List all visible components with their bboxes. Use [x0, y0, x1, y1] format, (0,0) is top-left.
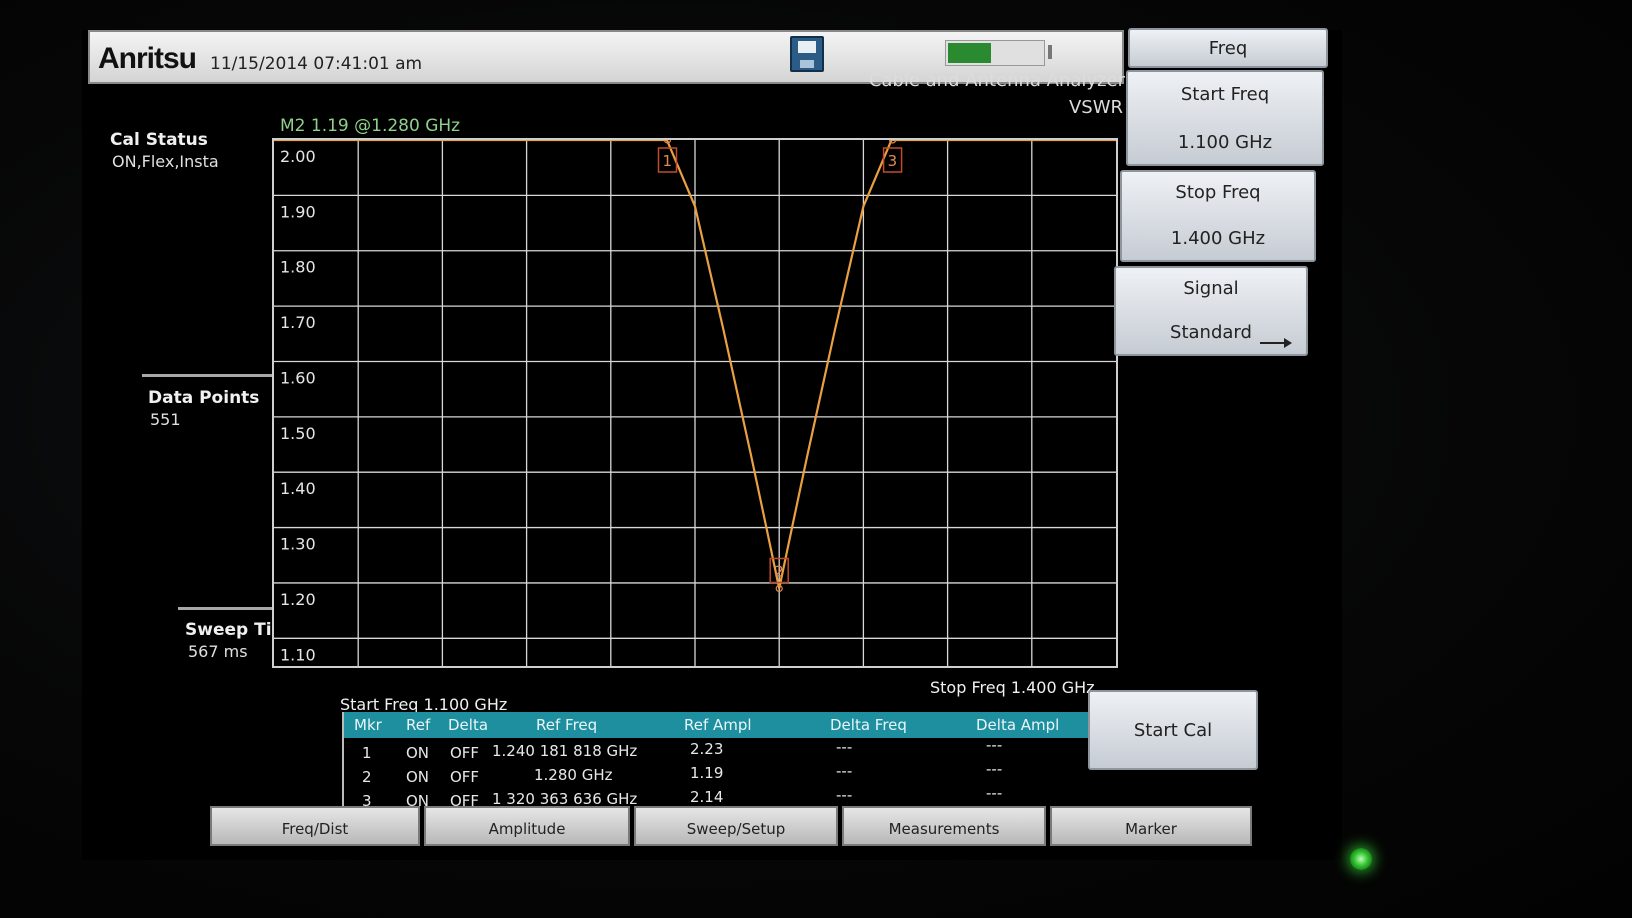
table-cell: 2.23: [690, 740, 724, 758]
table-cell: 2.14: [690, 788, 724, 806]
table-cell: ON: [406, 744, 430, 762]
stop-freq-axis-label: Stop Freq 1.400 GHz: [930, 678, 1095, 697]
divider: [142, 374, 284, 377]
table-cell: OFF: [450, 744, 480, 762]
col-delta-freq: Delta Freq: [830, 716, 907, 734]
table-cell: ---: [836, 762, 853, 780]
marker-table: Mkr Ref Delta Ref Freq Ref Ampl Delta Fr…: [342, 712, 1090, 814]
softkey-label: Start Freq: [1180, 84, 1270, 105]
softkey-label: Signal: [1183, 278, 1239, 299]
data-points-value: 551: [150, 410, 181, 429]
table-cell: OFF: [450, 768, 480, 786]
softkey-value: 1.100 GHz: [1177, 132, 1273, 153]
col-ref: Ref: [406, 716, 431, 734]
y-tick-label: 1.10: [280, 645, 316, 664]
table-cell: ---: [836, 786, 853, 804]
tab-amplitude[interactable]: Amplitude: [424, 806, 630, 846]
battery-level: [948, 43, 992, 63]
softkey-label: Start Cal: [1133, 720, 1213, 741]
y-tick-label: 1.90: [280, 202, 316, 221]
power-led-icon: [1350, 848, 1372, 870]
y-tick-label: 1.60: [280, 368, 316, 387]
vswr-graph[interactable]: 2.00 1.90 1.80 1.70 1.60 1.50 1.40 1.30 1.20 1.10…: [272, 138, 1118, 668]
save-icon[interactable]: [790, 36, 824, 72]
measurement-type: VSWR: [1068, 97, 1123, 118]
start-cal-softkey[interactable]: Start Cal: [1088, 690, 1258, 770]
plot-svg: 2.00 1.90 1.80 1.70 1.60 1.50 1.40 1.30 1.20 1.10…: [274, 140, 1116, 666]
marker-label: 2: [774, 562, 784, 580]
table-cell: 1: [362, 744, 372, 762]
table-cell: 2: [362, 768, 372, 786]
submenu-arrow-icon: [1260, 338, 1292, 348]
y-tick-label: 1.70: [280, 313, 316, 332]
menu-title-label: Freq: [1208, 38, 1248, 59]
y-tick-label: 1.50: [280, 424, 316, 443]
col-mkr: Mkr: [354, 716, 382, 734]
table-cell: 1.19: [690, 764, 724, 782]
softkey-value: Standard: [1170, 322, 1252, 343]
marker-table-header: Mkr Ref Delta Ref Freq Ref Ampl Delta Fr…: [344, 712, 1090, 738]
table-cell: ---: [986, 760, 1003, 778]
y-tick-label: 2.00: [280, 147, 316, 166]
active-marker-readout: M2 1.19 @1.280 GHz: [280, 116, 461, 136]
y-tick-label: 1.30: [280, 535, 316, 554]
y-tick-label: 1.80: [280, 258, 316, 277]
softkey-label: Stop Freq: [1175, 182, 1261, 203]
col-ref-ampl: Ref Ampl: [684, 716, 752, 734]
cal-status-title: Cal Status: [110, 130, 208, 150]
mode-title: Cable and Antenna Analyzer: [868, 70, 1125, 91]
col-ref-freq: Ref Freq: [536, 716, 598, 734]
tab-freq-dist[interactable]: Freq/Dist: [210, 806, 420, 846]
table-cell: 1.240 181 818 GHz: [492, 742, 638, 760]
data-points-title: Data Points: [148, 388, 260, 408]
marker-label: 1: [662, 152, 672, 170]
tab-marker[interactable]: Marker: [1050, 806, 1252, 846]
tab-sweep-setup[interactable]: Sweep/Setup: [634, 806, 838, 846]
battery-tip: [1048, 45, 1052, 59]
col-delta-ampl: Delta Ampl: [976, 716, 1060, 734]
marker-label: 3: [888, 152, 898, 170]
y-tick-label: 1.20: [280, 590, 316, 609]
tab-measurements[interactable]: Measurements: [842, 806, 1046, 846]
table-cell: 1.280 GHz: [534, 766, 613, 784]
signal-standard-softkey[interactable]: Signal Standard: [1114, 266, 1308, 356]
sweep-time-value: 567 ms: [188, 642, 248, 661]
y-tick-label: 1.40: [280, 479, 316, 498]
date-time: 11/15/2014 07:41:01 am: [210, 54, 423, 74]
stop-freq-softkey[interactable]: Stop Freq 1.400 GHz: [1120, 170, 1316, 262]
table-cell: ---: [986, 736, 1003, 754]
table-cell: ---: [986, 784, 1003, 802]
start-freq-softkey[interactable]: Start Freq 1.100 GHz: [1126, 70, 1324, 166]
softkey-value: 1.400 GHz: [1170, 228, 1266, 249]
brand-logo: Anritsu: [98, 42, 197, 75]
table-cell: ON: [406, 768, 430, 786]
table-cell: ---: [836, 738, 853, 756]
battery-icon: [945, 40, 1045, 66]
cal-status-value: ON,Flex,Insta: [112, 152, 219, 171]
menu-title-freq: Freq: [1128, 28, 1328, 68]
col-delta: Delta: [448, 716, 489, 734]
